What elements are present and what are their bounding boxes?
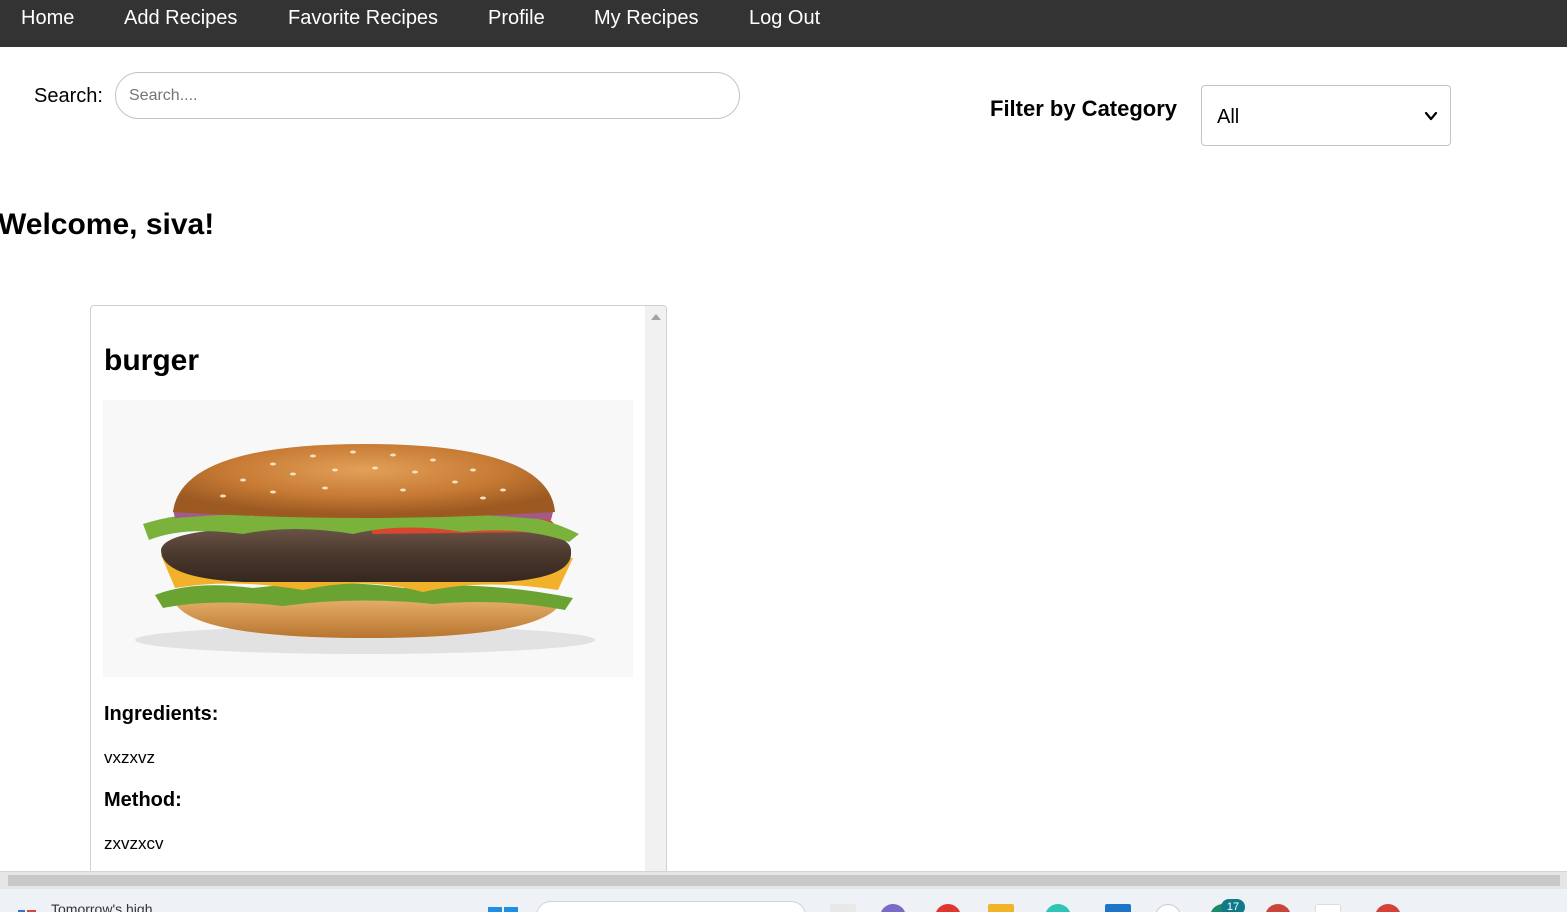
ingredients-text: vxzxvz	[104, 748, 155, 767]
method-label: Method:	[104, 789, 182, 811]
taskbar-search-box[interactable]	[536, 901, 806, 912]
nav-home-link[interactable]: Home	[21, 7, 74, 29]
weather-icon[interactable]	[18, 906, 40, 912]
horizontal-scrollbar-thumb[interactable]	[8, 875, 1560, 886]
taskbar: Tomorrow's high 17	[0, 889, 1567, 912]
profile-app-icon[interactable]	[1265, 904, 1291, 912]
nav-profile-link[interactable]: Profile	[488, 7, 545, 29]
notification-badge: 17	[1221, 899, 1245, 912]
vscode-app-icon[interactable]	[1105, 904, 1131, 912]
search-input[interactable]	[115, 72, 740, 119]
category-select-value: All	[1217, 106, 1240, 128]
ingredients-label: Ingredients:	[104, 703, 219, 725]
chevron-down-icon	[1424, 111, 1438, 121]
top-navbar: Home Add Recipes Favorite Recipes Profil…	[0, 0, 1567, 47]
recipe-image	[103, 400, 633, 677]
nav-log-out-link[interactable]: Log Out	[749, 7, 820, 29]
recipe-card: burger Ingredients: vxzxvz Method: zxvzx…	[90, 305, 667, 880]
burger-photo-icon	[103, 400, 633, 677]
horizontal-scrollbar[interactable]	[0, 871, 1567, 889]
category-select[interactable]: All	[1201, 85, 1451, 146]
task-view-icon[interactable]	[830, 904, 856, 912]
office-app-icon[interactable]	[1315, 904, 1341, 912]
browser-app-icon[interactable]	[1375, 904, 1401, 912]
scroll-up-arrow-icon[interactable]	[651, 314, 661, 320]
card-scrollbar[interactable]	[645, 306, 666, 879]
file-explorer-icon[interactable]	[988, 904, 1014, 912]
windows-start-icon[interactable]	[488, 905, 518, 912]
recipe-title: burger	[104, 344, 200, 377]
method-text: zxvzxcv	[104, 834, 164, 853]
welcome-heading: Welcome, siva!	[0, 208, 215, 241]
nav-add-recipes-link[interactable]: Add Recipes	[124, 7, 237, 29]
edge-app-icon[interactable]	[1045, 904, 1071, 912]
page: Home Add Recipes Favorite Recipes Profil…	[0, 0, 1567, 912]
weather-text[interactable]: Tomorrow's high	[51, 901, 153, 912]
nav-my-recipes-link[interactable]: My Recipes	[594, 7, 698, 29]
nav-favorite-recipes-link[interactable]: Favorite Recipes	[288, 7, 438, 29]
filter-category-label: Filter by Category	[990, 96, 1178, 121]
teams-app-icon[interactable]	[880, 904, 906, 912]
chrome-app-icon[interactable]	[935, 904, 961, 912]
app-icon[interactable]	[1155, 904, 1181, 912]
search-label: Search:	[34, 85, 103, 107]
